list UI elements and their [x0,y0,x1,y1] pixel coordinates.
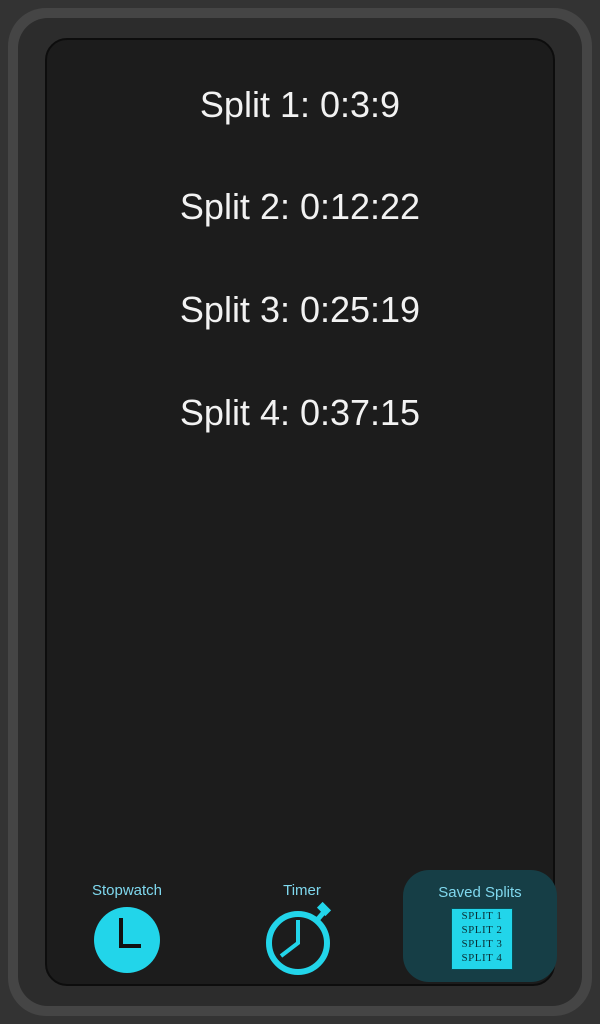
split-list-icon-line: SPLIT 3 [461,938,503,950]
split-entry-1: Split 1: 0:3:9 [199,84,401,125]
split-list-icon-line: SPLIT 1 [461,910,503,922]
split-entry-2: Split 2: 0:12:22 [179,186,421,227]
split-list-icon-line: SPLIT 4 [461,952,503,964]
nav-tab-saved-splits-label: Saved Splits [438,884,522,901]
split-list-icon-line: SPLIT 2 [461,924,503,936]
nav-tab-stopwatch-label: Stopwatch [91,882,163,899]
nav-tab-timer-label: Timer [283,882,321,899]
nav-tab-saved-splits[interactable]: Saved Splits SPLIT 1 SPLIT 2 SPLIT 3 SPL… [403,870,557,982]
split-entry-3: Split 3: 0:25:19 [179,289,421,330]
split-list-icon: SPLIT 1 SPLIT 2 SPLIT 3 SPLIT 4 [451,908,513,970]
nav-tab-stopwatch[interactable]: Stopwatch [77,882,177,978]
nav-tab-timer[interactable]: Timer [252,882,352,978]
stopwatch-icon [266,901,332,975]
saved-splits-screen: Split 1: 0:3:9 Split 2: 0:12:22 Split 3:… [45,38,557,986]
clock-icon [94,907,160,973]
split-entry-4: Split 4: 0:37:15 [179,392,421,433]
